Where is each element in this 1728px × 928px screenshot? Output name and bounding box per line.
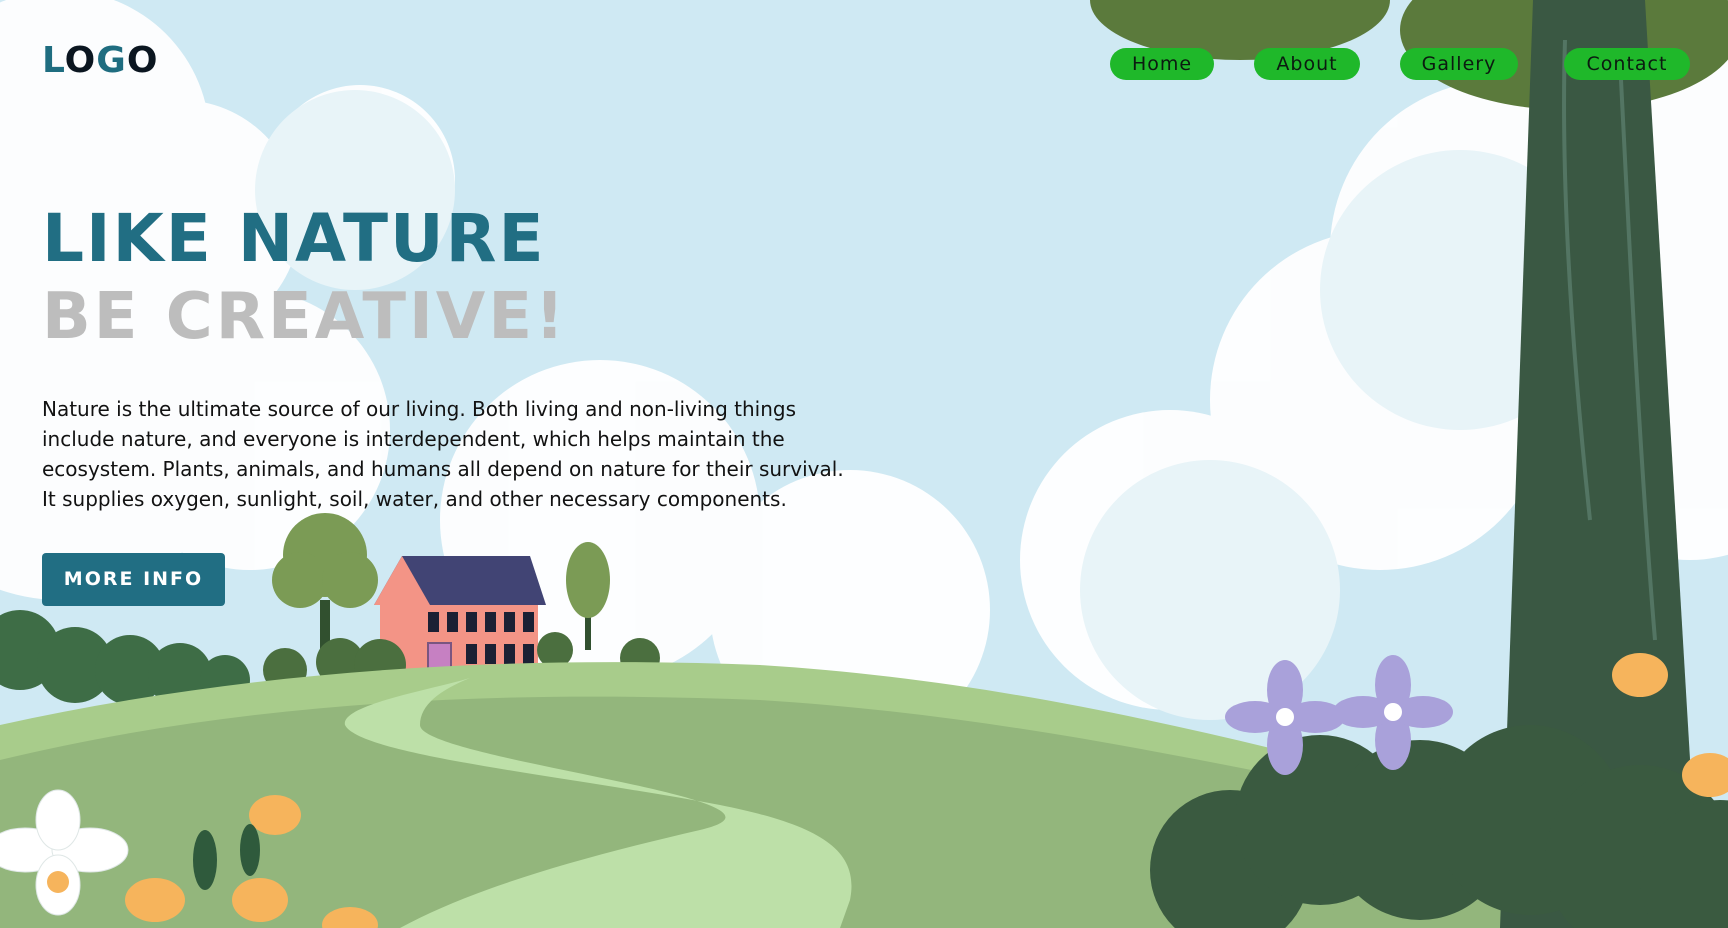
more-info-button[interactable]: MORE INFO <box>42 553 225 606</box>
hero-headline: LIKE NATURE <box>42 200 546 277</box>
nav-home-button[interactable]: Home <box>1110 48 1214 80</box>
description-line: It supplies oxygen, sunlight, soil, wate… <box>42 487 787 511</box>
hero-description: Nature is the ultimate source of our liv… <box>42 394 862 514</box>
nav-about-button[interactable]: About <box>1254 48 1360 80</box>
description-line: include nature, and everyone is interdep… <box>42 427 785 451</box>
nav-gallery-button[interactable]: Gallery <box>1400 48 1518 80</box>
description-line: Nature is the ultimate source of our liv… <box>42 397 797 421</box>
main-nav: Home About Gallery Contact <box>0 48 1728 82</box>
nav-contact-button[interactable]: Contact <box>1564 48 1690 80</box>
description-line: ecosystem. Plants, animals, and humans a… <box>42 457 844 481</box>
hero-subheadline: BE CREATIVE! <box>42 280 568 354</box>
